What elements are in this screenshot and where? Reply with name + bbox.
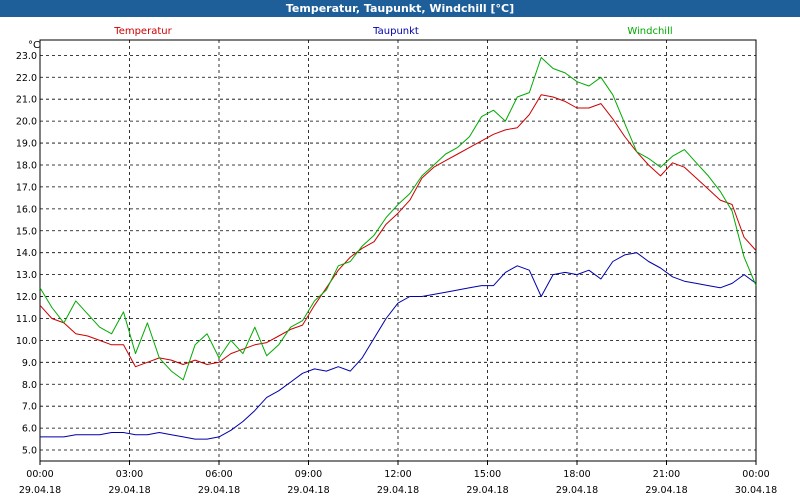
x-tick-date-label: 29.04.18 bbox=[287, 485, 329, 496]
y-tick-label: 17.0 bbox=[16, 182, 37, 193]
legend-windchill: Windchill bbox=[627, 26, 672, 37]
legend-taupunkt: Taupunkt bbox=[372, 26, 419, 37]
y-tick-label: 9.0 bbox=[22, 358, 37, 369]
y-tick-label: 10.0 bbox=[16, 336, 37, 347]
x-tick-time-label: 15:00 bbox=[474, 469, 501, 480]
x-tick-time-label: 03:00 bbox=[116, 469, 143, 480]
y-tick-label: 21.0 bbox=[16, 95, 37, 106]
y-tick-label: 22.0 bbox=[16, 73, 37, 84]
y-tick-label: 13.0 bbox=[16, 270, 37, 281]
x-tick-date-label: 29.04.18 bbox=[466, 485, 508, 496]
x-tick-time-label: 00:00 bbox=[742, 469, 769, 480]
x-tick-time-label: 18:00 bbox=[563, 469, 590, 480]
x-tick-time-label: 06:00 bbox=[205, 469, 232, 480]
x-tick-date-label: 29.04.18 bbox=[19, 485, 61, 496]
y-axis: 5.0 6.0 7.0 8.0 9.0 10.0 11.0 12.0 13.0 14.0 15.0 1… bbox=[16, 51, 37, 457]
line-chart: 5.0 6.0 7.0 8.0 9.0 10.0 11.0 12.0 13.0 14.0 15.0 1… bbox=[16, 26, 777, 496]
y-tick-label: 20.0 bbox=[16, 117, 37, 128]
y-tick-label: 16.0 bbox=[16, 204, 37, 215]
x-tick-time-label: 21:00 bbox=[653, 469, 680, 480]
x-tick-time-label: 12:00 bbox=[384, 469, 411, 480]
x-tick-date-label: 29.04.18 bbox=[645, 485, 687, 496]
x-tick-time-label: 09:00 bbox=[295, 469, 322, 480]
x-tick-date-label: 29.04.18 bbox=[377, 485, 419, 496]
x-tick-date-label: 29.04.18 bbox=[108, 485, 150, 496]
y-tick-label: 23.0 bbox=[16, 51, 37, 62]
y-tick-label: 15.0 bbox=[16, 226, 37, 237]
y-tick-label: 14.0 bbox=[16, 248, 37, 259]
y-tick-label: 8.0 bbox=[22, 380, 37, 391]
chart-legend: Temperatur Taupunkt Windchill bbox=[113, 26, 672, 37]
x-axis: 00:00 29.04.18 03:00 29.04.18 06:00 29.04.18 0… bbox=[19, 461, 777, 496]
y-tick-label: 7.0 bbox=[22, 402, 37, 413]
y-tick-label: 12.0 bbox=[16, 292, 37, 303]
y-tick-label: 18.0 bbox=[16, 160, 37, 171]
y-tick-label: 6.0 bbox=[22, 424, 37, 435]
x-tick-date-label: 30.04.18 bbox=[735, 485, 777, 496]
x-tick-time-label: 00:00 bbox=[26, 469, 53, 480]
x-tick-date-label: 29.04.18 bbox=[198, 485, 240, 496]
y-tick-label: 5.0 bbox=[22, 446, 37, 457]
x-tick-date-label: 29.04.18 bbox=[556, 485, 598, 496]
y-tick-label: 19.0 bbox=[16, 139, 37, 150]
legend-temperatur: Temperatur bbox=[113, 26, 172, 37]
y-tick-label: 11.0 bbox=[16, 314, 37, 325]
y-axis-unit-label: °C bbox=[28, 40, 40, 51]
